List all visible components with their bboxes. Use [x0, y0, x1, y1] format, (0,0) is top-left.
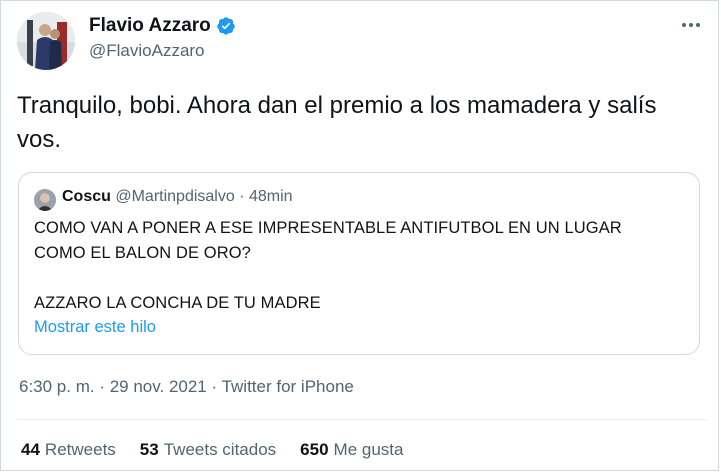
author-name[interactable]: Flavio Azzaro	[89, 15, 211, 37]
quoted-separator: ·	[239, 188, 245, 205]
quoted-avatar-photo	[34, 189, 56, 211]
show-thread-link[interactable]: Mostrar este hilo	[34, 318, 156, 337]
verified-badge-icon	[216, 16, 236, 36]
author-name-row[interactable]: Flavio Azzaro	[89, 15, 236, 37]
tweet-card: Flavio Azzaro @FlavioAzzaro Tranquilo, b…	[0, 0, 719, 471]
author-avatar[interactable]	[17, 12, 75, 70]
author-avatar-photo	[17, 12, 75, 70]
meta-separator: ·	[94, 377, 110, 396]
quoted-text-line: COMO EL BALON DE ORO?	[34, 244, 251, 262]
retweets-stat[interactable]: 44 Retweets	[21, 440, 116, 460]
retweets-label: Retweets	[44, 440, 116, 459]
meta-separator: ·	[206, 377, 222, 396]
quoted-text: COMO VAN A PONER A ESE IMPRESENTABLE ANT…	[34, 216, 684, 316]
quoted-text-line: AZZARO LA CONCHA DE TU MADRE	[34, 294, 321, 312]
quoted-timestamp: 48min	[249, 188, 293, 205]
tweet-source[interactable]: Twitter for iPhone	[222, 377, 354, 396]
quote-tweets-label: Tweets citados	[163, 440, 277, 459]
quote-tweets-stat[interactable]: 53 Tweets citados	[140, 440, 276, 460]
quoted-author-avatar[interactable]	[34, 189, 56, 211]
tweet-metadata: 6:30 p. m. · 29 nov. 2021 · Twitter for …	[19, 377, 354, 397]
tweet-date[interactable]: 29 nov. 2021	[110, 377, 207, 396]
quote-tweets-count: 53	[139, 440, 159, 459]
likes-count: 650	[300, 440, 329, 459]
quoted-author-name: Coscu	[62, 188, 111, 205]
tweet-time[interactable]: 6:30 p. m.	[19, 377, 95, 396]
divider	[17, 419, 707, 420]
tweet-stats: 44 Retweets 53 Tweets citados 650 Me gusta	[21, 440, 403, 460]
quoted-tweet[interactable]: Coscu @Martinpdisalvo · 48min COMO VAN A…	[18, 172, 700, 355]
tweet-text: Tranquilo, bobi. Ahora dan el premio a l…	[17, 92, 657, 153]
quoted-text-line: COMO VAN A PONER A ESE IMPRESENTABLE ANT…	[34, 219, 622, 237]
likes-stat[interactable]: 650 Me gusta	[300, 440, 403, 460]
more-options-icon[interactable]	[677, 13, 705, 37]
author-handle[interactable]: @FlavioAzzaro	[89, 41, 205, 61]
retweets-count: 44	[21, 440, 40, 459]
likes-label: Me gusta	[333, 440, 404, 459]
quoted-header: Coscu @Martinpdisalvo · 48min	[62, 188, 293, 206]
quoted-author-handle: @Martinpdisalvo	[115, 188, 235, 205]
